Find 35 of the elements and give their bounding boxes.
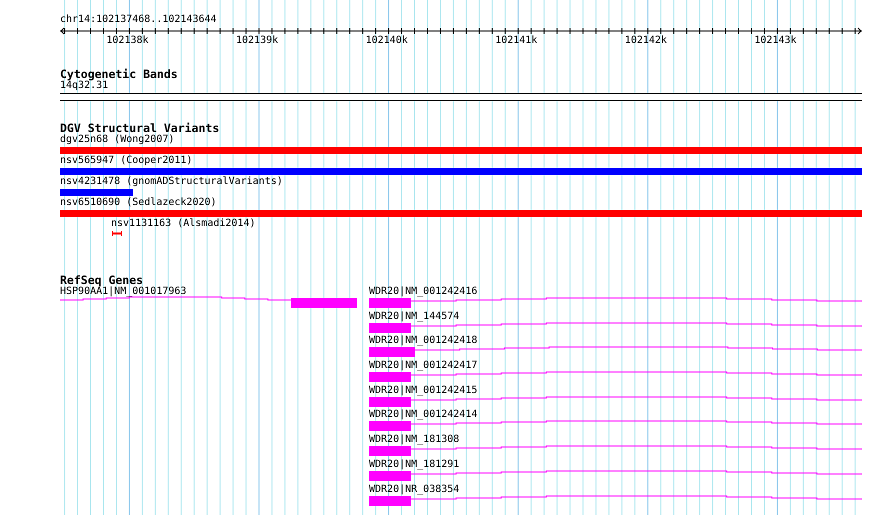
gene-exon[interactable] xyxy=(369,496,411,506)
gene-label: WDR20|NM_181291 xyxy=(369,458,460,471)
gene-label: WDR20|NM_001242417 xyxy=(369,360,478,372)
gene-label: WDR20|NM_001242414 xyxy=(369,409,478,422)
gene-label: WDR20|NM_144574 xyxy=(369,310,460,323)
ruler-tick-label: 102140k xyxy=(366,35,408,47)
ruler-tick-label: 102142k xyxy=(624,35,667,47)
gene-exon[interactable] xyxy=(369,421,411,432)
track-title: DGV Structural Variants xyxy=(60,122,220,134)
gene-exon[interactable] xyxy=(369,446,411,456)
gene-exon[interactable] xyxy=(369,396,411,407)
track-title: RefSeq Genes xyxy=(60,274,144,286)
variant-label: dgv25n68 (Wong2007) xyxy=(60,134,174,146)
variant-label: nsv6510690 (Sedlazeck2020) xyxy=(60,197,217,209)
ruler-tick-label: 102139k xyxy=(236,35,278,47)
variant-range-icon[interactable] xyxy=(112,231,122,236)
ruler-tick-label: 102141k xyxy=(495,35,538,47)
gene-exon[interactable] xyxy=(369,322,411,333)
gene-exon[interactable] xyxy=(369,347,415,358)
variant-label: nsv1131163 (Alsmadi2014) xyxy=(111,218,256,230)
band-label: 14q32.31 xyxy=(60,80,108,92)
ruler-tick-label: 102143k xyxy=(754,35,797,47)
gene-label: WDR20|NM_181308 xyxy=(369,434,460,446)
locus-label: chr14:102137468..102143644 xyxy=(60,14,218,26)
gene-label: WDR20|NM_001242416 xyxy=(369,286,478,298)
gene-label: HSP90AA1|NM_001017963 xyxy=(60,286,186,298)
gene-exon[interactable] xyxy=(369,372,411,382)
gene-label: WDR20|NR_038354 xyxy=(369,484,460,496)
track-title: Cytogenetic Bands xyxy=(60,68,179,80)
variant-label: nsv565947 (Cooper2011) xyxy=(60,155,192,167)
gene-label: WDR20|NM_001242415 xyxy=(369,384,478,397)
gene-exon[interactable] xyxy=(369,470,411,481)
variant-label: nsv4231478 (gnomADStructuralVariants) xyxy=(60,176,283,188)
ruler-tick-label: 102138k xyxy=(106,35,149,47)
gene-label: WDR20|NM_001242418 xyxy=(369,335,478,348)
